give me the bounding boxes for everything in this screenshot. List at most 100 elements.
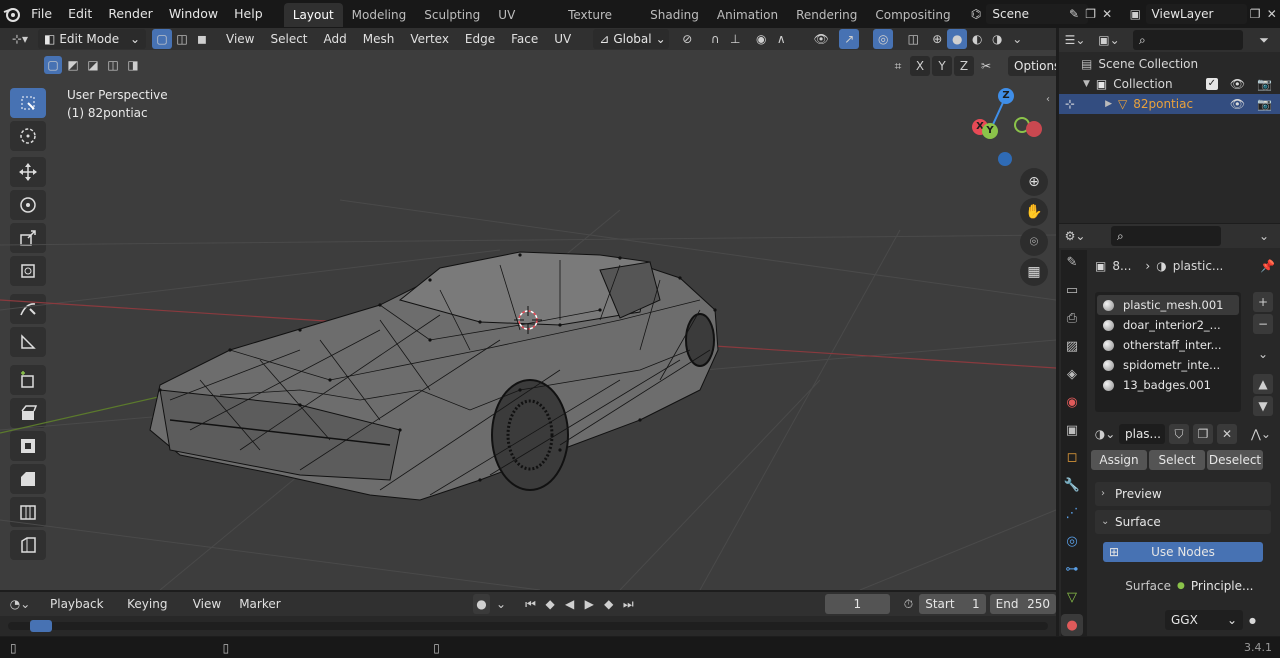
overlay-toggle-icon[interactable]: ◎ <box>873 29 894 49</box>
next-keyframe-icon[interactable]: ◆ <box>600 594 618 614</box>
outliner-collection-row[interactable]: ▼ ▣ Collection ✓ 👁 📷 <box>1059 74 1280 94</box>
world-tab-icon[interactable]: ◉ <box>1061 391 1083 413</box>
face-select-icon[interactable]: ◼ <box>192 29 212 49</box>
current-frame-field[interactable]: 1 <box>825 594 890 614</box>
data-tab-icon[interactable]: ▽ <box>1061 586 1083 608</box>
falloff-icon[interactable]: ∧ <box>771 29 791 49</box>
tool-tab-icon[interactable]: ✎ <box>1061 252 1083 274</box>
navigation-gizmo[interactable]: Z X Y <box>964 86 1048 170</box>
exclude-checkbox[interactable]: ✓ <box>1205 78 1218 90</box>
start-frame-field[interactable]: Start 1 <box>919 594 986 614</box>
menu-vertex[interactable]: Vertex <box>402 28 457 50</box>
pin-icon[interactable]: 📌 <box>1260 259 1275 273</box>
menu-mesh[interactable]: Mesh <box>355 28 403 50</box>
deselect-button[interactable]: Deselect <box>1207 450 1263 470</box>
add-slot-icon[interactable]: + <box>1253 292 1273 312</box>
preview-panel-header[interactable]: › Preview <box>1095 482 1271 506</box>
distribution-dropdown[interactable]: GGX ⌄ <box>1165 610 1243 630</box>
eye-icon[interactable]: 👁 <box>1230 97 1245 111</box>
mode-dropdown[interactable]: ◧ Edit Mode ⌄ <box>38 29 146 49</box>
playback-menu[interactable]: Playback ⌄ <box>42 593 117 633</box>
tab-rendering[interactable]: Rendering <box>787 3 866 27</box>
move-down-icon[interactable]: ▼ <box>1253 396 1273 416</box>
unlink-material-icon[interactable]: ✕ <box>1217 424 1237 444</box>
playhead[interactable] <box>30 620 52 632</box>
menu-window[interactable]: Window <box>161 0 226 28</box>
menu-view[interactable]: View <box>218 28 262 50</box>
menu-select[interactable]: Select <box>262 28 315 50</box>
menu-help[interactable]: Help <box>226 0 271 28</box>
end-frame-field[interactable]: End 250 <box>989 594 1057 614</box>
display-mode-icon[interactable]: ▣⌄ <box>1098 30 1119 50</box>
menu-uv[interactable]: UV <box>546 28 579 50</box>
slot-specials-icon[interactable]: ⌄ <box>1253 344 1273 364</box>
tab-animation[interactable]: Animation <box>708 3 787 27</box>
material-slot-item[interactable]: 13_badges.001 <box>1097 375 1239 395</box>
pan-hand-icon[interactable]: ✋ <box>1020 198 1048 226</box>
surface-shader-field[interactable]: Principle... <box>1190 576 1269 596</box>
transform-orientation-dropdown[interactable]: ⊿ Global ⌄ <box>593 29 670 49</box>
outliner-scene-collection[interactable]: ▤ Scene Collection <box>1059 54 1280 74</box>
render-tab-icon[interactable]: ▭ <box>1061 280 1083 302</box>
eye-icon[interactable]: 👁 <box>1230 77 1245 91</box>
assign-button[interactable]: Assign <box>1091 450 1147 470</box>
surface-panel-header[interactable]: ⌄ Surface <box>1095 510 1271 534</box>
material-name-field[interactable]: plas... <box>1119 424 1165 444</box>
zoom-icon[interactable]: ⊕ <box>1020 168 1048 196</box>
new-view-layer-icon[interactable]: ❐ <box>1247 4 1264 24</box>
gizmo-z-axis[interactable]: Z <box>998 88 1014 104</box>
properties-search[interactable]: ⌕ <box>1111 226 1221 246</box>
output-tab-icon[interactable]: ⎙ <box>1061 308 1083 330</box>
snap-icon[interactable]: ∩ <box>705 29 725 49</box>
keying-menu[interactable]: Keying ⌄ <box>119 593 183 633</box>
camera-view-icon[interactable]: ⌾ <box>1020 228 1048 256</box>
edge-select-icon[interactable]: ◫ <box>172 29 192 49</box>
tab-modeling[interactable]: Modeling <box>343 3 416 27</box>
material-slot-item[interactable]: plastic_mesh.001 <box>1097 295 1239 315</box>
options-chevron-icon[interactable]: ⌄ <box>1254 226 1274 246</box>
duplicate-material-icon[interactable]: ❐ <box>1193 424 1213 444</box>
gizmo-toggle-icon[interactable]: ↗ <box>839 29 860 49</box>
browse-material-icon[interactable]: ◑⌄ <box>1095 424 1116 444</box>
solid-shading-icon[interactable]: ● <box>947 29 968 49</box>
scene-tab-icon[interactable]: ◈ <box>1061 363 1083 385</box>
material-slot-item[interactable]: spidometr_inte... <box>1097 355 1239 375</box>
record-icon[interactable]: ● <box>472 594 491 614</box>
editor-type-icon[interactable]: ⊹▾ <box>10 29 30 49</box>
outliner-editor-icon[interactable]: ☰⌄ <box>1065 30 1086 50</box>
select-button[interactable]: Select <box>1149 450 1205 470</box>
camera-icon[interactable]: 📷 <box>1257 77 1272 91</box>
material-tab-icon[interactable]: ● <box>1061 614 1083 637</box>
timeline-view-menu[interactable]: View <box>185 593 229 615</box>
material-slot-item[interactable]: doar_interior2_... <box>1097 315 1239 335</box>
timeline-scrubber[interactable] <box>8 620 1048 632</box>
menu-edge[interactable]: Edge <box>457 28 503 50</box>
play-reverse-icon[interactable]: ◀ <box>561 594 579 614</box>
scene-selector-icon[interactable]: ⌬ <box>968 4 985 24</box>
play-icon[interactable]: ▶ <box>580 594 598 614</box>
xray-icon[interactable]: ◫ <box>903 29 923 49</box>
material-slot-item[interactable]: otherstaff_inter... <box>1097 335 1239 355</box>
gizmo-neg-x-axis[interactable] <box>1026 121 1042 137</box>
menu-edit[interactable]: Edit <box>60 0 100 28</box>
outliner-object-row[interactable]: ⊹ ▶ ▽ 82pontiac 👁 📷 <box>1059 94 1280 114</box>
properties-editor-icon[interactable]: ⚙⌄ <box>1065 226 1086 246</box>
tab-compositing[interactable]: Compositing <box>866 3 959 27</box>
modifier-tab-icon[interactable]: 🔧 <box>1061 475 1083 497</box>
tab-shading[interactable]: Shading <box>641 3 708 27</box>
fake-user-icon[interactable]: ⛉ <box>1169 424 1189 444</box>
3d-viewport[interactable]: ⊹▾ ◧ Edit Mode ⌄ ▢ ◫ ◼ View Select Add M… <box>0 28 1056 590</box>
menu-file[interactable]: File <box>23 0 60 28</box>
camera-icon[interactable]: 📷 <box>1257 97 1272 111</box>
shading-options-icon[interactable]: ⌄ <box>1007 29 1027 49</box>
jump-end-icon[interactable]: ⏭ <box>620 594 638 614</box>
marker-menu[interactable]: Marker <box>231 593 288 615</box>
gizmo-y-axis[interactable]: Y <box>982 123 998 139</box>
tab-uv-editing[interactable]: UV Editing <box>489 3 559 46</box>
delete-view-layer-icon[interactable]: ✕ <box>1263 4 1280 24</box>
tab-layout[interactable]: Layout <box>283 3 343 27</box>
wireframe-shading-icon[interactable]: ⊕ <box>927 29 947 49</box>
proportional-edit-icon[interactable]: ◉ <box>751 29 771 49</box>
blender-logo-icon[interactable] <box>0 0 23 28</box>
outliner-search[interactable]: ⌕ <box>1133 30 1243 50</box>
